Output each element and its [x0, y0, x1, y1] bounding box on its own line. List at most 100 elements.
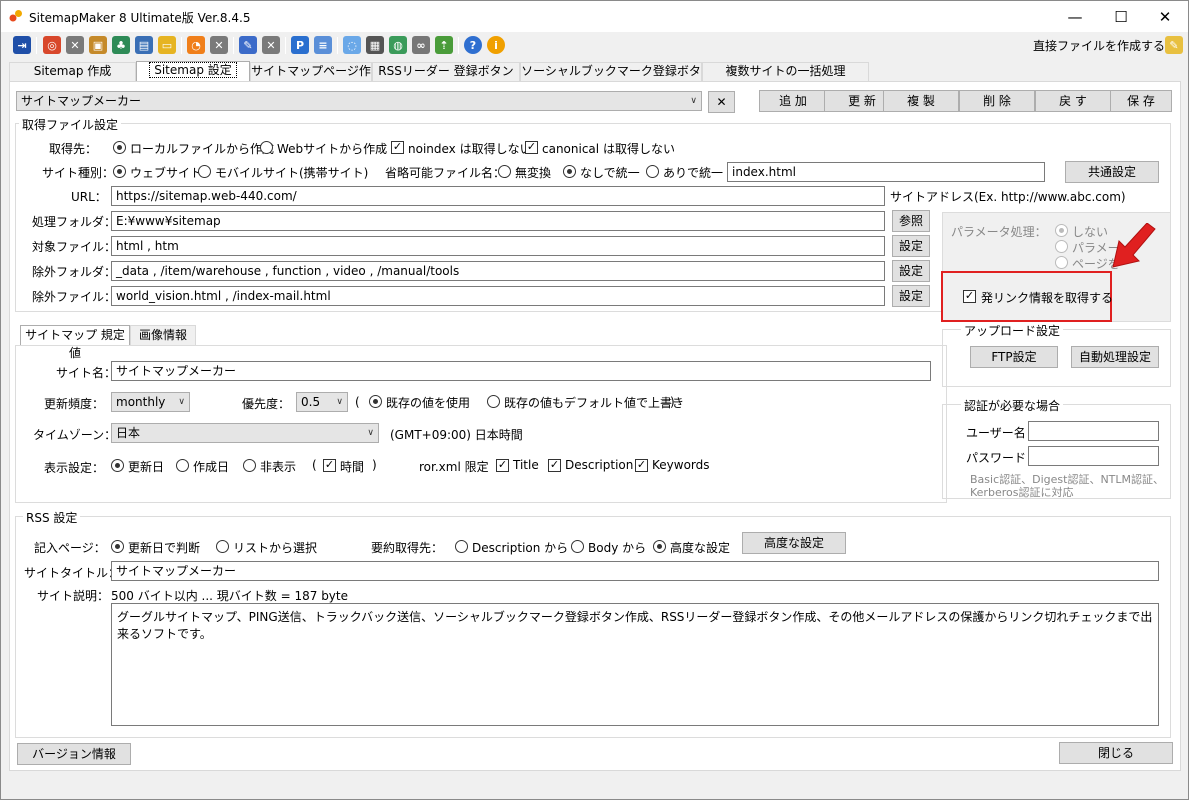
disp-hidden-label[interactable]: 非表示 — [260, 458, 296, 475]
ftp-settings-button[interactable]: FTP設定 — [970, 346, 1058, 368]
duplicate-button[interactable]: 複 製 — [883, 90, 959, 112]
url-input[interactable]: https://sitemap.web-440.com/ — [111, 186, 885, 206]
monitor-icon[interactable]: ▤ — [135, 36, 153, 54]
param-opt3-radio[interactable] — [1055, 256, 1068, 269]
ping-icon[interactable]: P — [291, 36, 309, 54]
comment-icon[interactable]: ◌ — [343, 36, 361, 54]
type-mobile-radio[interactable] — [198, 165, 211, 178]
freq-select[interactable]: monthly ∨ — [111, 392, 190, 412]
sum-adv-radio[interactable] — [653, 540, 666, 553]
ror-desc-checkbox[interactable]: ✓ — [548, 459, 561, 472]
type-mobile-label[interactable]: モバイルサイト(携帯サイト) — [215, 164, 368, 181]
rss-page-list-radio[interactable] — [216, 540, 229, 553]
maximize-button[interactable]: ☐ — [1098, 1, 1144, 32]
auth-user-input[interactable] — [1028, 421, 1159, 441]
use-existing-label[interactable]: 既存の値を使用 — [386, 394, 470, 411]
disp-updated-radio[interactable] — [111, 459, 124, 472]
param-opt2-radio[interactable] — [1055, 240, 1068, 253]
omit-none-radio[interactable] — [498, 165, 511, 178]
tab-sitemap-create[interactable]: Sitemap 作成 — [9, 62, 136, 81]
exclude-file-set-button[interactable]: 設定 — [892, 285, 930, 307]
target-set-button[interactable]: 設定 — [892, 235, 930, 257]
add-button[interactable]: 追 加 — [759, 90, 827, 112]
minimize-button[interactable]: — — [1052, 1, 1098, 32]
disp-created-label[interactable]: 作成日 — [193, 458, 229, 475]
tab-sitemap-settings[interactable]: Sitemap 設定 — [136, 61, 250, 82]
version-info-button[interactable]: バージョン情報 — [17, 743, 131, 765]
time-label[interactable]: 時間 — [340, 458, 364, 475]
info-icon[interactable]: i — [487, 36, 505, 54]
noindex-checkbox[interactable]: ✓ — [391, 141, 404, 154]
rss-page-updated-label[interactable]: 更新日で判断 — [128, 539, 200, 556]
upload-icon[interactable]: ⇡ — [435, 36, 453, 54]
auto-settings-button[interactable]: 自動処理設定 — [1071, 346, 1159, 368]
rss-desc-textarea[interactable]: グーグルサイトマップ、PING送信、トラックバック送信、ソーシャルブックマーク登… — [111, 603, 1159, 726]
sum-desc-label[interactable]: Description から — [472, 539, 568, 556]
omit-with-radio[interactable] — [646, 165, 659, 178]
rss-page-updated-radio[interactable] — [111, 540, 124, 553]
use-existing-radio[interactable] — [369, 395, 382, 408]
link-icon[interactable]: ∞ — [412, 36, 430, 54]
exclude-file-input[interactable]: world_vision.html , /index-mail.html — [111, 286, 885, 306]
tab-sitemap-page[interactable]: サイトマップページ作成 — [250, 62, 372, 95]
type-web-label[interactable]: ウェブサイト — [130, 164, 202, 181]
site-select[interactable]: サイトマップメーカー ∨ — [16, 91, 702, 111]
save-button[interactable]: 保 存 — [1110, 90, 1172, 112]
canonical-checkbox[interactable]: ✓ — [525, 141, 538, 154]
omit-with-label[interactable]: ありで統一 — [663, 164, 723, 181]
tab-batch[interactable]: 複数サイトの一括処理 — [702, 62, 869, 81]
folder-input[interactable]: E:¥www¥sitemap — [111, 211, 885, 231]
rss-page-list-label[interactable]: リストから選択 — [233, 539, 317, 556]
sum-body-radio[interactable] — [571, 540, 584, 553]
disp-updated-label[interactable]: 更新日 — [128, 458, 164, 475]
close-window-button[interactable]: ✕ — [1142, 1, 1188, 32]
common-settings-button[interactable]: 共通設定 — [1065, 161, 1159, 183]
target-files-input[interactable]: html , htm — [111, 236, 885, 256]
globe-settings-icon[interactable]: ◎ — [43, 36, 61, 54]
overwrite-radio[interactable] — [487, 395, 500, 408]
link-info-checkbox[interactable]: ✓ — [963, 290, 976, 303]
sitemap-tree-icon[interactable]: ♣ — [112, 36, 130, 54]
folder-icon[interactable]: ▭ — [158, 36, 176, 54]
exclude-folder-input[interactable]: _data , /item/warehouse , function , vid… — [111, 261, 885, 281]
overwrite-label[interactable]: 既存の値もデフォルト値で上書き — [504, 394, 684, 411]
omit-without-radio[interactable] — [563, 165, 576, 178]
rss-tools-icon[interactable]: ✕ — [210, 36, 228, 54]
sum-adv-label[interactable]: 高度な設定 — [670, 539, 730, 556]
source-local-label[interactable]: ローカルファイルから作成 — [130, 140, 274, 157]
advanced-settings-button[interactable]: 高度な設定 — [742, 532, 846, 554]
ror-desc-label[interactable]: Description — [565, 458, 633, 472]
sum-desc-radio[interactable] — [455, 540, 468, 553]
param-none-radio[interactable] — [1055, 224, 1068, 237]
web-icon[interactable]: ◍ — [389, 36, 407, 54]
disp-created-radio[interactable] — [176, 459, 189, 472]
timezone-select[interactable]: 日本 ∨ — [111, 423, 379, 443]
priority-select[interactable]: 0.5 ∨ — [296, 392, 348, 412]
ror-title-label[interactable]: Title — [513, 458, 539, 472]
exclude-folder-set-button[interactable]: 設定 — [892, 260, 930, 282]
rss-icon[interactable]: ◔ — [187, 36, 205, 54]
tab-rss-button[interactable]: RSSリーダー 登録ボタン作成 — [372, 62, 520, 95]
param-none-label[interactable]: しない — [1072, 223, 1108, 240]
tools-icon[interactable]: ✕ — [66, 36, 84, 54]
revert-button[interactable]: 戻 す — [1035, 90, 1111, 112]
direct-file-label[interactable]: 直接ファイルを作成する ー — [1033, 37, 1181, 54]
delete-button[interactable]: 削 除 — [959, 90, 1035, 112]
exit-icon[interactable]: ⇥ — [13, 36, 31, 54]
source-local-radio[interactable] — [113, 141, 126, 154]
omit-without-label[interactable]: なしで統一 — [580, 164, 640, 181]
canonical-label[interactable]: canonical は取得しない — [542, 140, 675, 157]
type-web-radio[interactable] — [113, 165, 126, 178]
omit-none-label[interactable]: 無変換 — [515, 164, 551, 181]
help-icon[interactable]: ? — [464, 36, 482, 54]
site-tools-button[interactable]: ✕ — [708, 91, 735, 113]
tab-image-info[interactable]: 画像情報 — [130, 325, 196, 345]
tab-sitemap-default[interactable]: サイトマップ 規定値 — [20, 325, 130, 360]
settings-tools-icon[interactable]: ✕ — [262, 36, 280, 54]
trackback-icon[interactable]: ≡ — [314, 36, 332, 54]
ror-kw-label[interactable]: Keywords — [652, 458, 710, 472]
index-filename-input[interactable]: index.html — [727, 162, 1045, 182]
browse-button[interactable]: 参照 — [892, 210, 930, 232]
source-web-label[interactable]: Webサイトから作成 — [277, 140, 387, 157]
noindex-label[interactable]: noindex は取得しない — [408, 140, 532, 157]
